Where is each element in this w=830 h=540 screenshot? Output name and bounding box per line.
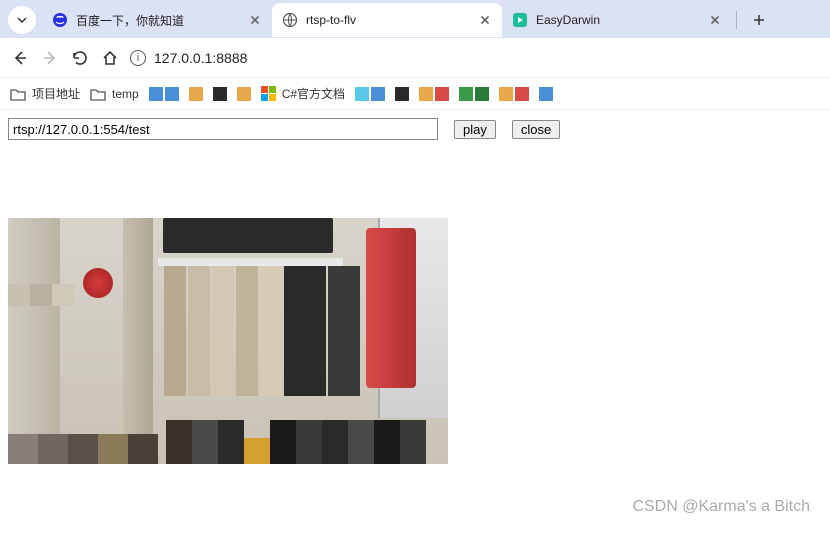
video-scene-element: [123, 218, 153, 464]
bookmark-item-10[interactable]: [459, 87, 489, 101]
bookmark-favicon: [499, 87, 529, 101]
video-pixelation: [166, 420, 426, 464]
tab-2[interactable]: EasyDarwin: [502, 3, 732, 37]
tab-label: 百度一下，你就知道: [76, 12, 240, 29]
url-text: 127.0.0.1:8888: [154, 50, 247, 66]
bookmark-favicon: [459, 87, 489, 101]
tabs-dropdown[interactable]: [8, 6, 36, 34]
bookmark-item-7[interactable]: [355, 87, 385, 101]
video-scene-element: [163, 266, 361, 396]
bookmark-item-11[interactable]: [499, 87, 529, 101]
tab-label: rtsp-to-flv: [306, 13, 470, 27]
video-scene-element: [158, 258, 343, 266]
bookmark-item-3[interactable]: [189, 87, 203, 101]
tab-0[interactable]: 百度一下，你就知道: [42, 3, 272, 37]
tab-favicon-baidu: [52, 12, 68, 28]
controls-row: play close: [8, 118, 822, 140]
site-info-icon[interactable]: i: [130, 50, 146, 66]
bookmark-favicon: [355, 87, 385, 101]
bookmark-item-8[interactable]: [395, 87, 409, 101]
tab-favicon-globe: [282, 12, 298, 28]
reload-button[interactable]: [70, 48, 90, 68]
bookmark-favicon: [395, 87, 409, 101]
bookmark-item-4[interactable]: [213, 87, 227, 101]
bookmark-label: 项目地址: [32, 85, 80, 102]
close-icon[interactable]: [478, 13, 492, 27]
plus-icon: [752, 13, 766, 27]
watermark: CSDN @Karma's a Bitch: [632, 498, 810, 516]
arrow-right-icon: [41, 49, 59, 67]
bookmark-favicon: [237, 87, 251, 101]
home-icon: [101, 49, 119, 67]
tab-strip: 百度一下，你就知道 rtsp-to-flv EasyDarwin: [0, 0, 830, 38]
new-tab-button[interactable]: [745, 6, 773, 34]
chevron-down-icon: [16, 14, 28, 26]
forward-button[interactable]: [40, 48, 60, 68]
tab-favicon-easydarwin: [512, 12, 528, 28]
bookmark-item-12[interactable]: [539, 87, 553, 101]
folder-icon: [90, 87, 106, 101]
rtsp-url-input[interactable]: [8, 118, 438, 140]
bookmark-item-1[interactable]: temp: [90, 87, 139, 101]
video-pixelation: [8, 434, 158, 464]
play-button[interactable]: play: [454, 120, 496, 139]
bookmark-item-9[interactable]: [419, 87, 449, 101]
bookmark-item-0[interactable]: 项目地址: [10, 85, 80, 102]
bookmark-label: temp: [112, 87, 139, 101]
bookmark-favicon: [539, 87, 553, 101]
bookmark-item-6[interactable]: C#官方文档: [261, 85, 345, 102]
tab-separator: [736, 11, 737, 29]
browser-toolbar: i 127.0.0.1:8888: [0, 38, 830, 78]
bookmark-label: C#官方文档: [282, 85, 345, 102]
video-player[interactable]: [8, 218, 448, 464]
video-scene-element: [8, 218, 60, 464]
reload-icon: [71, 49, 89, 67]
bookmarks-bar: 项目地址 temp C#官方文档: [0, 78, 830, 110]
close-icon[interactable]: [248, 13, 262, 27]
bookmark-favicon: [419, 87, 449, 101]
address-bar[interactable]: i 127.0.0.1:8888: [130, 50, 820, 66]
home-button[interactable]: [100, 48, 120, 68]
video-pixelation: [8, 284, 74, 306]
tab-label: EasyDarwin: [536, 13, 700, 27]
bookmark-favicon: [149, 87, 179, 101]
bookmark-favicon: [213, 87, 227, 101]
video-scene-element: [163, 218, 333, 253]
close-icon[interactable]: [708, 13, 722, 27]
page-content: play close: [0, 110, 830, 472]
folder-icon: [10, 87, 26, 101]
bookmark-favicon: [189, 87, 203, 101]
video-scene-element: [83, 268, 113, 298]
arrow-left-icon: [11, 49, 29, 67]
tab-1[interactable]: rtsp-to-flv: [272, 3, 502, 37]
bookmark-item-2[interactable]: [149, 87, 179, 101]
close-button[interactable]: close: [512, 120, 560, 139]
bookmark-item-5[interactable]: [237, 87, 251, 101]
back-button[interactable]: [10, 48, 30, 68]
microsoft-icon: [261, 86, 276, 101]
video-scene-element: [366, 228, 416, 388]
